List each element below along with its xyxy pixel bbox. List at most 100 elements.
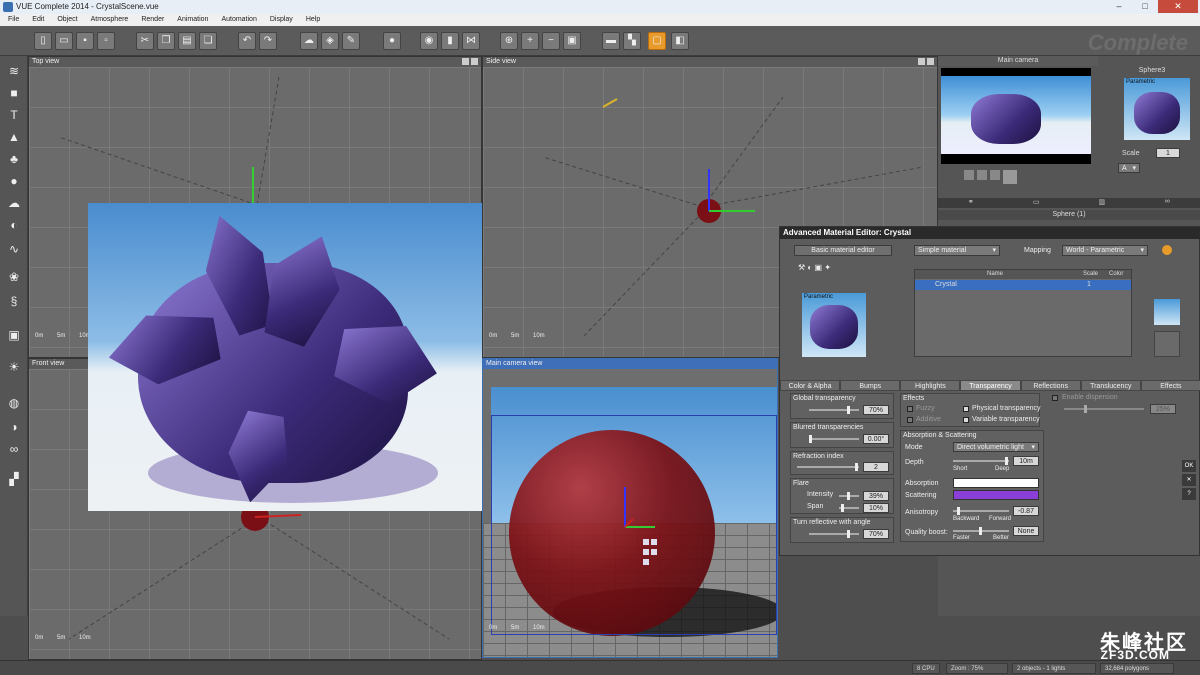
anisotropy-slider[interactable] bbox=[953, 507, 1009, 515]
minimize-button[interactable]: – bbox=[1106, 0, 1132, 13]
material-colors-icon[interactable]: ● bbox=[383, 32, 401, 50]
slider-knob[interactable] bbox=[841, 504, 844, 512]
atmosphere-icon[interactable]: ☁ bbox=[300, 32, 318, 50]
undo-icon[interactable]: ↶ bbox=[238, 32, 256, 50]
mapping-options-icon[interactable] bbox=[1162, 245, 1172, 255]
rock-icon[interactable]: ● bbox=[4, 172, 24, 190]
slider-knob[interactable] bbox=[979, 527, 982, 535]
quality-boost-value[interactable]: None bbox=[1013, 526, 1039, 536]
menu-automation[interactable]: Automation bbox=[221, 14, 256, 26]
absorption-color-swatch[interactable] bbox=[953, 478, 1039, 488]
render-icon[interactable]: ◉ bbox=[420, 32, 438, 50]
depth-slider[interactable] bbox=[953, 457, 1009, 465]
cut-plane-icon[interactable]: ⋈ bbox=[462, 32, 480, 50]
menu-file[interactable]: File bbox=[8, 14, 19, 26]
blurred-value[interactable]: 0.00° bbox=[863, 434, 889, 444]
close-button[interactable]: ✕ bbox=[1158, 0, 1198, 13]
maximize-button[interactable]: □ bbox=[1132, 0, 1158, 13]
camera-viewport[interactable]: Main camera view 0m 5m 10m bbox=[482, 358, 778, 658]
depth-value[interactable]: 10m bbox=[1013, 456, 1039, 466]
slider-knob[interactable] bbox=[957, 507, 960, 515]
save-icon[interactable]: ▪ bbox=[76, 32, 94, 50]
frame-icon[interactable]: ▣ bbox=[563, 32, 581, 50]
span-slider[interactable] bbox=[839, 504, 859, 512]
anisotropy-value[interactable]: -0.87 bbox=[1013, 506, 1039, 516]
blurred-slider[interactable] bbox=[809, 435, 859, 443]
menu-animation[interactable]: Animation bbox=[177, 14, 208, 26]
refraction-value[interactable]: 2 bbox=[863, 462, 889, 472]
text-icon[interactable]: T bbox=[4, 106, 24, 124]
material-type-select[interactable]: Simple material bbox=[914, 245, 1000, 256]
camera-icon[interactable]: ◧ bbox=[671, 32, 689, 50]
planet-icon[interactable]: ◐ bbox=[4, 216, 24, 234]
menu-display[interactable]: Display bbox=[270, 14, 293, 26]
redo-icon[interactable]: ↷ bbox=[259, 32, 277, 50]
camera-preview[interactable] bbox=[941, 68, 1091, 164]
plant-icon[interactable]: ♣ bbox=[4, 150, 24, 168]
orbit-icon[interactable] bbox=[977, 170, 987, 180]
fuzzy-checkbox[interactable] bbox=[907, 406, 913, 412]
timeline-icon[interactable]: ▬ bbox=[602, 32, 620, 50]
stats-icon[interactable]: ▮ bbox=[441, 32, 459, 50]
spiral-icon[interactable]: § bbox=[4, 292, 24, 310]
menu-object[interactable]: Object bbox=[57, 14, 77, 26]
sun-icon[interactable]: ☀ bbox=[4, 358, 24, 376]
duplicate-icon[interactable]: ❏ bbox=[199, 32, 217, 50]
slider-knob[interactable] bbox=[847, 530, 850, 538]
boolean-icon[interactable]: ◍ bbox=[4, 394, 24, 412]
slider-knob[interactable] bbox=[855, 463, 858, 471]
paste-icon[interactable]: ▤ bbox=[178, 32, 196, 50]
additive-checkbox[interactable] bbox=[907, 417, 913, 423]
tab-color-alpha[interactable]: Color & Alpha bbox=[780, 380, 841, 391]
single-view-icon[interactable]: ▢ bbox=[648, 32, 666, 50]
preview-tool-icons[interactable]: ⚒ ◐ ▣ ✦ bbox=[798, 263, 878, 285]
link-icon[interactable]: ∞ bbox=[4, 440, 24, 458]
global-transparency-value[interactable]: 70% bbox=[863, 405, 889, 415]
refraction-slider[interactable] bbox=[797, 463, 859, 471]
cube-icon[interactable]: ■ bbox=[4, 84, 24, 102]
intensity-value[interactable]: 39% bbox=[863, 491, 889, 501]
tab-transparency[interactable]: Transparency bbox=[960, 380, 1021, 391]
slider-knob[interactable] bbox=[809, 435, 812, 443]
open-file-icon[interactable]: ▭ bbox=[55, 32, 73, 50]
copy-icon[interactable]: ❐ bbox=[157, 32, 175, 50]
import-icon[interactable]: ▣ bbox=[4, 326, 24, 344]
dolly-icon[interactable] bbox=[990, 170, 1000, 180]
tab-effects[interactable]: Effects bbox=[1140, 380, 1200, 391]
span-value[interactable]: 10% bbox=[863, 503, 889, 513]
cancel-button[interactable]: ✕ bbox=[1182, 474, 1196, 486]
quality-boost-slider[interactable] bbox=[953, 527, 1009, 535]
layer-row[interactable]: Crystal 1 bbox=[915, 280, 1131, 290]
path-icon[interactable]: ∿ bbox=[4, 240, 24, 258]
slider-knob[interactable] bbox=[847, 492, 850, 500]
water-icon[interactable]: ≋ bbox=[4, 62, 24, 80]
zoom-in-icon[interactable]: + bbox=[521, 32, 539, 50]
intensity-slider[interactable] bbox=[839, 492, 859, 500]
basic-material-editor-button[interactable]: Basic material editor bbox=[794, 245, 892, 256]
save-as-icon[interactable]: ▫ bbox=[97, 32, 115, 50]
physical-transparency-checkbox[interactable] bbox=[963, 406, 969, 412]
pan-icon[interactable] bbox=[964, 170, 974, 180]
ok-button[interactable]: OK bbox=[1182, 460, 1196, 472]
scale-input[interactable]: 1 bbox=[1156, 148, 1180, 158]
help-button[interactable]: ? bbox=[1182, 488, 1196, 500]
tab-translucency[interactable]: Translucency bbox=[1080, 380, 1141, 391]
dispersion-checkbox[interactable] bbox=[1052, 395, 1058, 401]
dispersion-value[interactable]: 25% bbox=[1150, 404, 1176, 414]
layer-thumbnail[interactable] bbox=[1154, 299, 1180, 325]
menu-edit[interactable]: Edit bbox=[32, 14, 44, 26]
tab-cylinder-icon[interactable]: ▭ bbox=[1004, 198, 1070, 208]
ame-material-preview[interactable]: Parametric bbox=[802, 293, 866, 357]
slider-knob[interactable] bbox=[1084, 405, 1087, 413]
scattering-color-swatch[interactable] bbox=[953, 490, 1039, 500]
mode-select[interactable]: Direct volumetric light bbox=[953, 442, 1039, 453]
group-icon[interactable]: ▞ bbox=[4, 470, 24, 488]
dispersion-slider[interactable] bbox=[1064, 405, 1144, 413]
metablob-icon[interactable]: ◑ bbox=[4, 418, 24, 436]
edit-object-icon[interactable]: ✎ bbox=[342, 32, 360, 50]
turn-reflective-value[interactable]: 70% bbox=[863, 529, 889, 539]
tab-highlights[interactable]: Highlights bbox=[900, 380, 961, 391]
tab-link-icon[interactable]: ∞ bbox=[1135, 198, 1200, 208]
global-transparency-slider[interactable] bbox=[809, 406, 859, 414]
slider-knob[interactable] bbox=[1005, 457, 1008, 465]
